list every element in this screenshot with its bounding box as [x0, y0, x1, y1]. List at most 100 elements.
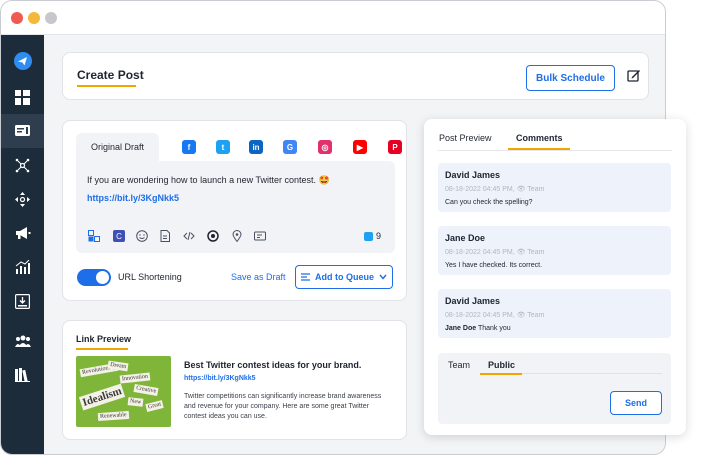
url-shortening-label: URL Shortening	[118, 272, 182, 282]
image-word: Idealism	[78, 383, 126, 411]
link-preview-title: Link Preview	[76, 334, 132, 344]
post-text-editor[interactable]: If you are wondering how to launch a new…	[76, 161, 395, 253]
link-preview-url[interactable]: https://bit.ly/3KgNkk5	[184, 375, 256, 382]
chevron-down-icon	[379, 274, 387, 280]
sidebar-item-campaigns[interactable]	[1, 216, 44, 250]
url-shortening-toggle[interactable]	[77, 269, 111, 286]
comment-mention: Jane Doe	[445, 325, 477, 332]
sidebar-item-team[interactable]	[1, 324, 44, 358]
title-bar	[1, 1, 665, 35]
comment-author: David James	[445, 296, 501, 306]
public-tab-underline	[480, 373, 522, 375]
caption-icon[interactable]	[254, 230, 266, 242]
document-icon[interactable]	[159, 230, 171, 242]
reply-tab-team[interactable]: Team	[448, 360, 470, 370]
sidebar-item-library[interactable]	[1, 358, 44, 392]
team-icon	[14, 335, 31, 347]
comment-item: David James 08-18-2022 04:45 PM, 👁 Team …	[438, 163, 671, 212]
sidebar-item-network[interactable]	[1, 148, 44, 182]
maximize-window-button[interactable]	[45, 12, 57, 24]
link-preview-card: Link Preview Revolutionary Dream Innovat…	[62, 320, 407, 440]
move-arrows-icon	[15, 191, 30, 207]
reply-tab-public[interactable]: Public	[488, 360, 515, 370]
send-button[interactable]: Send	[610, 391, 662, 415]
link-preview-description: Twitter competitions can significantly i…	[184, 393, 382, 420]
add-to-queue-button[interactable]: Add to Queue	[295, 265, 393, 289]
canva-icon[interactable]: C	[113, 230, 125, 242]
create-post-header: Create Post Bulk Schedule	[62, 52, 649, 100]
link-preview-image: Revolutionary Dream Innovation Idealism …	[76, 356, 171, 427]
comment-text: Yes I have checked. Its correct.	[445, 262, 543, 269]
facebook-icon[interactable]: f	[182, 140, 196, 154]
comment-text: Can you check the spelling?	[445, 199, 533, 206]
link-preview-headline: Best Twitter contest ideas for your bran…	[184, 360, 362, 370]
library-icon	[15, 368, 30, 382]
sidebar-item-logo[interactable]	[1, 44, 44, 78]
target-icon[interactable]	[207, 230, 219, 242]
link-preview-underline	[76, 348, 128, 350]
tab-post-preview[interactable]: Post Preview	[439, 133, 492, 143]
svg-text:C: C	[116, 232, 122, 241]
emoji-icon[interactable]	[136, 230, 148, 242]
edit-icon[interactable]	[627, 69, 641, 83]
character-count: 9	[364, 231, 381, 241]
page-title: Create Post	[77, 68, 144, 82]
comments-panel: Post Preview Comments David James 08-18-…	[424, 119, 686, 435]
comment-body: Thank you	[477, 325, 511, 332]
draft-link[interactable]: https://bit.ly/3KgNkk5	[87, 193, 179, 203]
compose-icon	[15, 124, 30, 136]
sidebar	[1, 35, 44, 454]
network-icon	[15, 158, 30, 172]
dashboard-icon	[15, 89, 30, 105]
comment-meta: 08-18-2022 04:45 PM, 👁 Team	[445, 249, 545, 256]
tab-divider	[438, 150, 672, 151]
minimize-window-button[interactable]	[28, 12, 40, 24]
reply-tab-divider	[522, 373, 662, 374]
toggle-knob	[96, 271, 109, 284]
megaphone-icon	[15, 226, 30, 239]
sidebar-item-publish[interactable]	[1, 114, 44, 148]
draft-text: If you are wondering how to launch a new…	[87, 175, 330, 185]
reply-box[interactable]: Team Public Send	[438, 353, 671, 424]
sidebar-item-analytics[interactable]	[1, 250, 44, 284]
twitter-count-icon	[364, 231, 373, 241]
linkedin-icon[interactable]: in	[249, 140, 263, 154]
location-pin-icon[interactable]	[231, 230, 243, 242]
comment-meta: 08-18-2022 04:45 PM, 👁 Team	[445, 312, 545, 319]
comment-text: Jane Doe Thank you	[445, 325, 511, 332]
pinterest-icon[interactable]: P	[388, 140, 402, 154]
image-word: Renewable	[97, 410, 129, 422]
bulk-schedule-button[interactable]: Bulk Schedule	[526, 65, 615, 91]
code-icon[interactable]	[183, 230, 195, 242]
twitter-icon[interactable]: t	[216, 140, 230, 154]
media-grid-icon[interactable]	[88, 230, 100, 242]
image-word: Great	[145, 400, 165, 412]
tab-comments[interactable]: Comments	[516, 133, 563, 143]
add-to-queue-label: Add to Queue	[315, 272, 374, 282]
send-logo-icon	[13, 52, 32, 70]
network-tabs: Original Draft f t in G ◎ ▶ P	[76, 133, 402, 161]
inbox-download-icon	[15, 293, 30, 309]
image-word: Creative	[133, 383, 159, 397]
google-business-icon[interactable]: G	[283, 140, 297, 154]
save-as-draft-link[interactable]: Save as Draft	[231, 272, 286, 282]
comment-author: Jane Doe	[445, 233, 486, 243]
draft-editor-card: Original Draft f t in G ◎ ▶ P If you are…	[62, 120, 407, 301]
sidebar-item-dashboard[interactable]	[1, 80, 44, 114]
comment-author: David James	[445, 170, 501, 180]
title-underline	[77, 85, 136, 87]
comment-meta: 08-18-2022 04:45 PM, 👁 Team	[445, 186, 545, 193]
image-word: New	[127, 397, 144, 407]
queue-list-icon	[301, 273, 310, 281]
comment-item: David James 08-18-2022 04:45 PM, 👁 Team …	[438, 289, 671, 338]
comment-item: Jane Doe 08-18-2022 04:45 PM, 👁 Team Yes…	[438, 226, 671, 275]
close-window-button[interactable]	[11, 12, 23, 24]
instagram-icon[interactable]: ◎	[318, 140, 332, 154]
analytics-icon	[15, 260, 30, 274]
sidebar-item-engage[interactable]	[1, 182, 44, 216]
youtube-icon[interactable]: ▶	[353, 140, 367, 154]
image-word: Innovation	[119, 372, 151, 384]
tab-original-draft[interactable]: Original Draft	[76, 133, 159, 161]
char-count-value: 9	[376, 231, 382, 241]
sidebar-item-inbox[interactable]	[1, 284, 44, 318]
